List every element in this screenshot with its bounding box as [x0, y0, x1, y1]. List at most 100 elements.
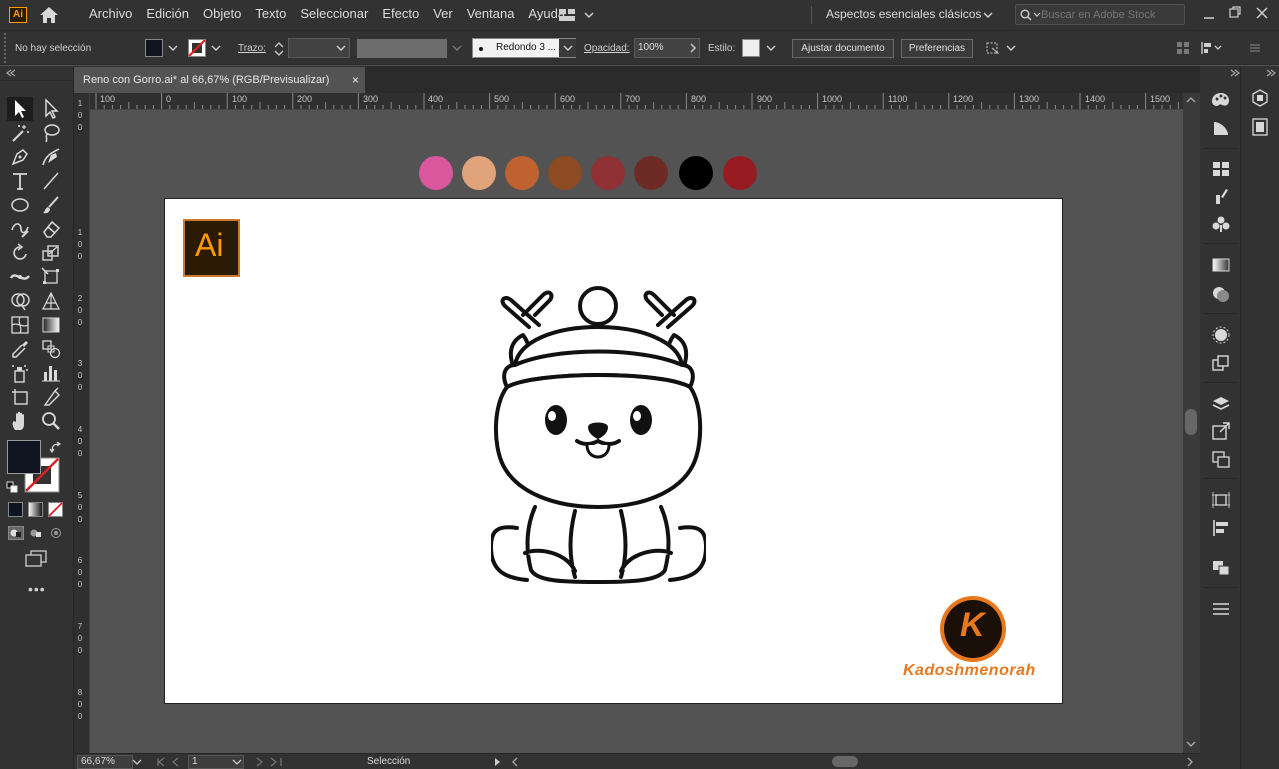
- perspective-grid-tool-icon[interactable]: [40, 290, 62, 312]
- horizontal-ruler[interactable]: 100 0 100 200 300 400 500 600 700 800 90…: [90, 93, 1183, 110]
- align-panel-icon[interactable]: [1211, 519, 1231, 537]
- home-icon[interactable]: [38, 5, 60, 25]
- scroll-left-icon[interactable]: [511, 757, 519, 767]
- hand-tool-icon[interactable]: [9, 410, 31, 432]
- shape-builder-tool-icon[interactable]: [9, 290, 31, 312]
- stroke-dropdown-icon[interactable]: [210, 43, 222, 53]
- artboards-icon[interactable]: [1211, 450, 1231, 468]
- color-mode-button[interactable]: [8, 502, 23, 517]
- draw-behind-icon[interactable]: [28, 526, 44, 540]
- preferences-button[interactable]: Preferencias: [901, 39, 973, 58]
- color-swatch[interactable]: [462, 156, 496, 190]
- layers-icon[interactable]: [1211, 395, 1231, 413]
- transform-icon[interactable]: [1176, 41, 1190, 55]
- draw-inside-icon[interactable]: [48, 526, 64, 540]
- stroke-label[interactable]: Trazo:: [238, 43, 266, 54]
- grip-handle[interactable]: [4, 33, 8, 63]
- variable-width-profile[interactable]: [357, 39, 447, 58]
- collapse-dock-icon[interactable]: [1230, 69, 1240, 77]
- paintbrush-tool-icon[interactable]: [40, 194, 62, 216]
- document-tab[interactable]: Reno con Gorro.ai* al 66,67% (RGB/Previs…: [74, 67, 365, 93]
- screen-mode-icon[interactable]: [24, 550, 48, 568]
- symbol-sprayer-tool-icon[interactable]: [9, 362, 31, 384]
- line-tool-icon[interactable]: [40, 170, 62, 192]
- color-swatch[interactable]: [679, 156, 713, 190]
- gradient-mode-icon[interactable]: [28, 502, 43, 517]
- color-swatch[interactable]: [419, 156, 453, 190]
- column-graph-tool-icon[interactable]: [40, 362, 62, 384]
- slice-tool-icon[interactable]: [40, 386, 62, 408]
- select-similar-icon[interactable]: [984, 40, 1018, 56]
- artboard[interactable]: Ai K Kadoshmenorah: [164, 198, 1063, 704]
- color-swatch[interactable]: [723, 156, 757, 190]
- artboard-dropdown-icon[interactable]: [232, 758, 242, 766]
- color-swatch[interactable]: [505, 156, 539, 190]
- menu-ventana[interactable]: Ventana: [467, 0, 515, 30]
- zoom-input[interactable]: 66,67%: [77, 755, 133, 769]
- restore-icon[interactable]: [1228, 5, 1242, 19]
- color-guide-icon[interactable]: [1211, 119, 1231, 137]
- selection-tool-icon[interactable]: [9, 98, 31, 120]
- gradient-panel-icon[interactable]: [1211, 256, 1231, 274]
- magic-wand-tool-icon[interactable]: [9, 122, 31, 144]
- color-swatch[interactable]: [634, 156, 668, 190]
- export-asset-icon[interactable]: [1211, 422, 1231, 440]
- illustrator-app-icon[interactable]: Ai: [9, 7, 27, 23]
- transform-panel-icon[interactable]: [1211, 491, 1231, 509]
- fill-color-front[interactable]: [7, 440, 41, 474]
- libraries-icon[interactable]: [1250, 89, 1270, 107]
- scroll-right-icon[interactable]: [1186, 757, 1194, 767]
- type-tool-icon[interactable]: [9, 170, 31, 192]
- draw-normal-icon[interactable]: [8, 526, 24, 540]
- first-prev-artboard-icon[interactable]: [156, 757, 186, 767]
- menu-objeto[interactable]: Objeto: [203, 0, 241, 30]
- appearance-icon[interactable]: [1211, 326, 1231, 344]
- fill-dropdown-icon[interactable]: [167, 43, 179, 53]
- lasso-tool-icon[interactable]: [40, 122, 62, 144]
- zoom-tool-icon[interactable]: [40, 410, 62, 432]
- pen-tool-icon[interactable]: [9, 146, 31, 168]
- properties-menu-icon[interactable]: [1211, 600, 1231, 618]
- style-dropdown-icon[interactable]: [765, 43, 777, 53]
- menu-ver[interactable]: Ver: [433, 0, 453, 30]
- vertical-ruler[interactable]: 1 0 0 1 0 0 2 0 0 3 0 0 4 0 0 5 0 0 6 0 …: [74, 93, 90, 753]
- default-colors-icon[interactable]: [6, 481, 18, 493]
- layout-switcher-icon[interactable]: [558, 7, 594, 23]
- stock-search-input[interactable]: [1041, 6, 1181, 23]
- color-panel-icon[interactable]: [1211, 91, 1231, 109]
- stepper-icon[interactable]: [272, 39, 286, 59]
- next-last-artboard-icon[interactable]: [254, 757, 284, 767]
- menu-edicion[interactable]: Edición: [146, 0, 189, 30]
- menu-texto[interactable]: Texto: [255, 0, 286, 30]
- stock-search-box[interactable]: [1015, 4, 1185, 25]
- graphic-styles-icon[interactable]: [1211, 354, 1231, 372]
- color-swatch[interactable]: [548, 156, 582, 190]
- shaper-tool-icon[interactable]: [9, 218, 31, 240]
- transparency-icon[interactable]: [1211, 285, 1231, 303]
- chevron-down-icon[interactable]: [983, 10, 993, 20]
- scale-tool-icon[interactable]: [40, 242, 62, 264]
- menu-efecto[interactable]: Efecto: [382, 0, 419, 30]
- close-tab-icon[interactable]: ×: [352, 67, 359, 93]
- blend-tool-icon[interactable]: [40, 338, 62, 360]
- scroll-down-icon[interactable]: [1186, 740, 1196, 748]
- graphic-style-swatch[interactable]: [742, 39, 760, 57]
- curvature-tool-icon[interactable]: [40, 146, 62, 168]
- vertical-scrollbar[interactable]: [1183, 93, 1200, 753]
- collapse-panel-icon[interactable]: [6, 69, 16, 77]
- swatches-icon[interactable]: [1211, 160, 1231, 178]
- ellipse-tool-icon[interactable]: [9, 194, 31, 216]
- close-window-icon[interactable]: [1255, 6, 1269, 20]
- adjust-document-button[interactable]: Ajustar documento: [792, 39, 894, 58]
- stroke-weight-input[interactable]: [288, 38, 350, 58]
- minimize-icon[interactable]: [1202, 7, 1216, 21]
- pathfinder-icon[interactable]: [1211, 559, 1231, 577]
- brushes-icon[interactable]: [1211, 187, 1231, 205]
- mesh-tool-icon[interactable]: [9, 314, 31, 336]
- collapse-dock-icon-2[interactable]: [1266, 69, 1276, 77]
- menu-seleccionar[interactable]: Seleccionar: [300, 0, 368, 30]
- brush-definition-dropdown[interactable]: Redondo 3 ...: [472, 38, 576, 58]
- opacity-input[interactable]: 100%: [634, 38, 700, 58]
- status-menu-icon[interactable]: [494, 757, 502, 767]
- none-mode-icon[interactable]: [48, 502, 63, 517]
